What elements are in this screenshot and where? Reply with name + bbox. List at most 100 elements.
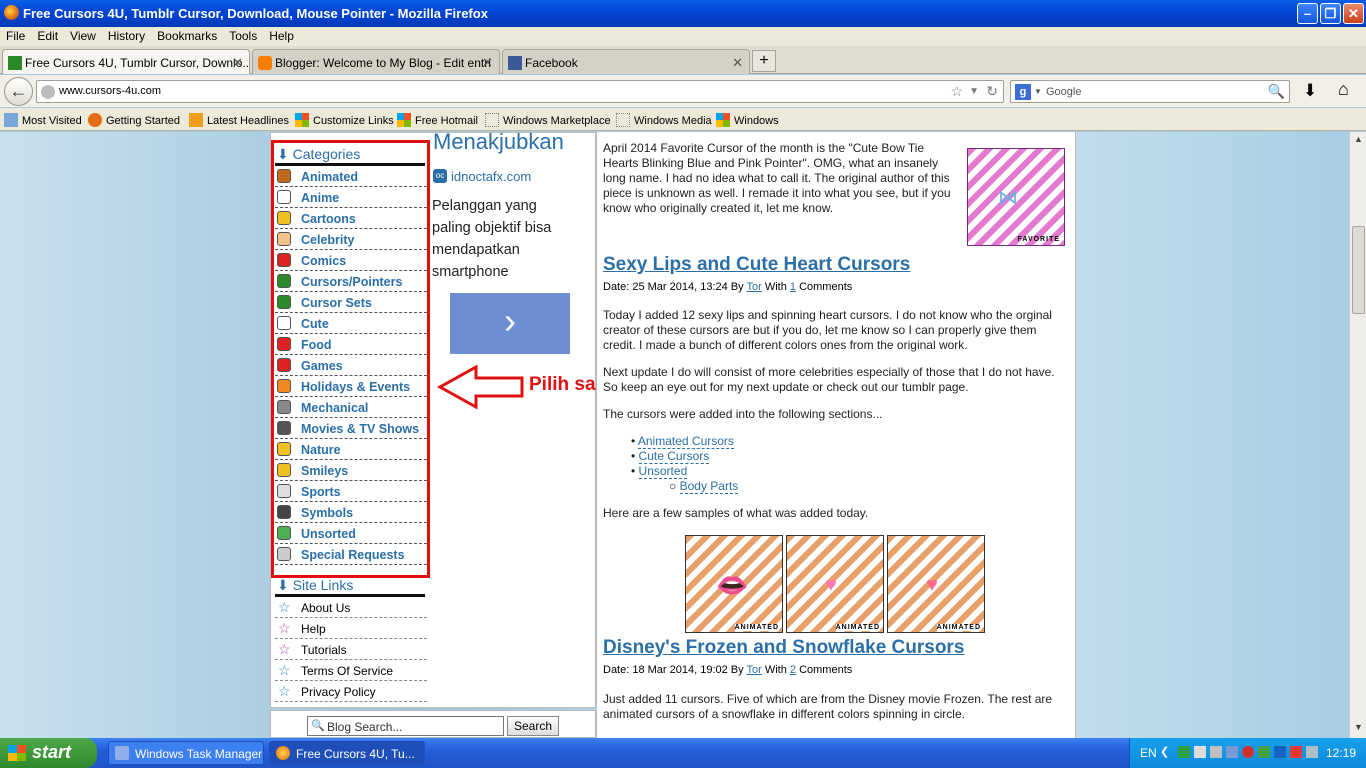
page-icon (616, 113, 630, 127)
minimize-button[interactable]: – (1297, 3, 1318, 24)
post1-comments-label: Comments (796, 281, 853, 293)
post2-comments-label: Comments (796, 664, 853, 676)
taskbar-item-firefox[interactable]: Free Cursors 4U, Tu... (269, 741, 425, 765)
site-link-item[interactable]: ☆ Help (275, 618, 427, 639)
bookmark-customize-links[interactable]: Customize Links (295, 113, 394, 127)
menu-file[interactable]: File (0, 27, 31, 45)
star-icon: ☆ (278, 599, 291, 615)
facebook-icon (508, 56, 522, 70)
tray-volume-icon[interactable] (1210, 746, 1222, 758)
star-icon: ☆ (278, 641, 291, 657)
tray-app-icon[interactable] (1178, 746, 1190, 758)
taskbar: start Windows Task Manager Free Cursors … (0, 738, 1366, 768)
tab-cursors4u[interactable]: Free Cursors 4U, Tumblr Cursor, Downlo..… (2, 49, 250, 74)
bookmark-most-visited[interactable]: Most Visited (4, 113, 82, 127)
scroll-down-icon[interactable]: ▼ (1352, 722, 1365, 736)
blog-search-input[interactable]: 🔍 Blog Search... (307, 716, 504, 736)
menu-history[interactable]: History (102, 27, 151, 45)
tray-antivirus-icon[interactable] (1242, 746, 1254, 758)
sample-heart-thumbnail-2[interactable]: ♥ ANIMATED (887, 535, 985, 633)
engine-dropdown-icon[interactable]: ▼ (1034, 87, 1042, 96)
tray-alert-icon[interactable] (1290, 746, 1302, 758)
history-dropdown-icon[interactable]: ▼ (969, 86, 979, 97)
back-button[interactable]: ← (4, 77, 33, 106)
tab-close-icon[interactable]: ✕ (482, 55, 493, 71)
ad-next-button[interactable]: › (450, 293, 570, 354)
blog-search-button[interactable]: Search (507, 716, 559, 736)
tab-blogger[interactable]: Blogger: Welcome to My Blog - Edit entri… (252, 49, 500, 74)
most-visited-icon (4, 113, 18, 127)
close-button[interactable]: ✕ (1343, 3, 1364, 24)
tray-device-icon[interactable] (1226, 746, 1238, 758)
bookmark-label: Free Hotmail (415, 115, 478, 127)
scroll-up-icon[interactable]: ▲ (1352, 134, 1365, 148)
site-link-label: Terms Of Service (301, 664, 394, 678)
bookmark-windows[interactable]: Windows (716, 113, 779, 127)
sample-lips-thumbnail[interactable]: 👄 ANIMATED (685, 535, 783, 633)
menu-view[interactable]: View (64, 27, 102, 45)
tab-facebook[interactable]: Facebook ✕ (502, 49, 750, 74)
taskbar-item-task-manager[interactable]: Windows Task Manager (108, 741, 264, 765)
tray-bluetooth-icon[interactable] (1274, 746, 1286, 758)
google-engine-icon[interactable]: g (1015, 84, 1031, 100)
site-links-heading: ⬇ Site Links (277, 577, 353, 594)
sample-heart-thumbnail[interactable]: ♥ ANIMATED (786, 535, 884, 633)
bookmark-windows-media[interactable]: Windows Media (616, 113, 712, 127)
page-scrollbar[interactable]: ▲ ▼ (1349, 132, 1366, 738)
site-link-item[interactable]: ☆ Privacy Policy (275, 681, 427, 702)
bookmark-star-icon[interactable]: ☆ (950, 83, 963, 100)
bookmark-free-hotmail[interactable]: Free Hotmail (397, 113, 478, 127)
maximize-button[interactable]: ❐ (1320, 3, 1341, 24)
tab-close-icon[interactable]: ✕ (232, 55, 243, 71)
post1-meta: Date: 25 Mar 2014, 13:24 By Tor With 1 C… (603, 281, 852, 293)
main-content: April 2014 Favorite Cursor of the month … (596, 132, 1076, 738)
bookmark-label: Windows (734, 115, 779, 127)
site-link-item[interactable]: ☆ Terms Of Service (275, 660, 427, 681)
download-icon[interactable]: ⬇ (1303, 81, 1317, 101)
annotation-highlight-box (271, 140, 430, 578)
task-manager-icon (115, 746, 129, 760)
search-icon[interactable]: 🔍 (1268, 83, 1285, 100)
language-indicator[interactable]: EN (1140, 746, 1157, 760)
page-icon (485, 113, 499, 127)
heart-icon: ♥ (825, 574, 837, 596)
post2-title[interactable]: Disney's Frozen and Snowflake Cursors (603, 637, 964, 659)
menu-bookmarks[interactable]: Bookmarks (151, 27, 223, 45)
clock[interactable]: 12:19 (1326, 746, 1356, 760)
address-bar[interactable]: www.cursors-4u.com ☆ ▼ ↻ (36, 80, 1004, 103)
site-link-item[interactable]: ☆ About Us (275, 597, 427, 618)
reload-icon[interactable]: ↻ (986, 83, 998, 100)
tray-expand-icon[interactable]: ❮ (1160, 745, 1169, 758)
search-icon: 🔍 (311, 720, 325, 732)
menu-edit[interactable]: Edit (31, 27, 64, 45)
tab-close-icon[interactable]: ✕ (732, 55, 743, 71)
scrollbar-thumb[interactable] (1352, 226, 1365, 314)
start-button[interactable]: start (0, 738, 97, 768)
section-link-animated[interactable]: Animated Cursors (637, 434, 734, 449)
tray-network-icon[interactable] (1194, 746, 1206, 758)
post1-title[interactable]: Sexy Lips and Cute Heart Cursors (603, 254, 910, 276)
tray-update-icon[interactable] (1258, 746, 1270, 758)
window-title: Free Cursors 4U, Tumblr Cursor, Download… (23, 6, 488, 21)
menu-help[interactable]: Help (263, 27, 300, 45)
post1-paragraph-3: The cursors were added into the followin… (603, 407, 883, 421)
post2-author-link[interactable]: Tor (747, 664, 762, 676)
tray-power-icon[interactable] (1306, 746, 1318, 758)
post1-author-link[interactable]: Tor (747, 281, 762, 293)
section-link-unsorted[interactable]: Unsorted (638, 464, 688, 479)
site-link-label: Privacy Policy (301, 685, 376, 699)
bookmark-latest-headlines[interactable]: Latest Headlines (189, 113, 289, 127)
bookmark-windows-marketplace[interactable]: Windows Marketplace (485, 113, 611, 127)
search-box[interactable]: g ▼ Google 🔍 (1010, 80, 1290, 103)
bookmark-getting-started[interactable]: Getting Started (88, 113, 180, 127)
new-tab-button[interactable]: + (752, 50, 776, 72)
site-link-item[interactable]: ☆ Tutorials (275, 639, 427, 660)
windows-logo-icon (8, 745, 26, 761)
menu-tools[interactable]: Tools (223, 27, 263, 45)
favorite-cursor-thumbnail[interactable]: ⋈ FAVORITE (967, 148, 1065, 246)
post1-section-list: • Animated Cursors • Cute Cursors • Unso… (631, 434, 739, 494)
section-link-body-parts[interactable]: Body Parts (679, 479, 739, 494)
section-link-cute[interactable]: Cute Cursors (638, 449, 710, 464)
home-icon[interactable]: ⌂ (1338, 79, 1349, 100)
ad-source[interactable]: idnoctafx.com (451, 169, 531, 184)
